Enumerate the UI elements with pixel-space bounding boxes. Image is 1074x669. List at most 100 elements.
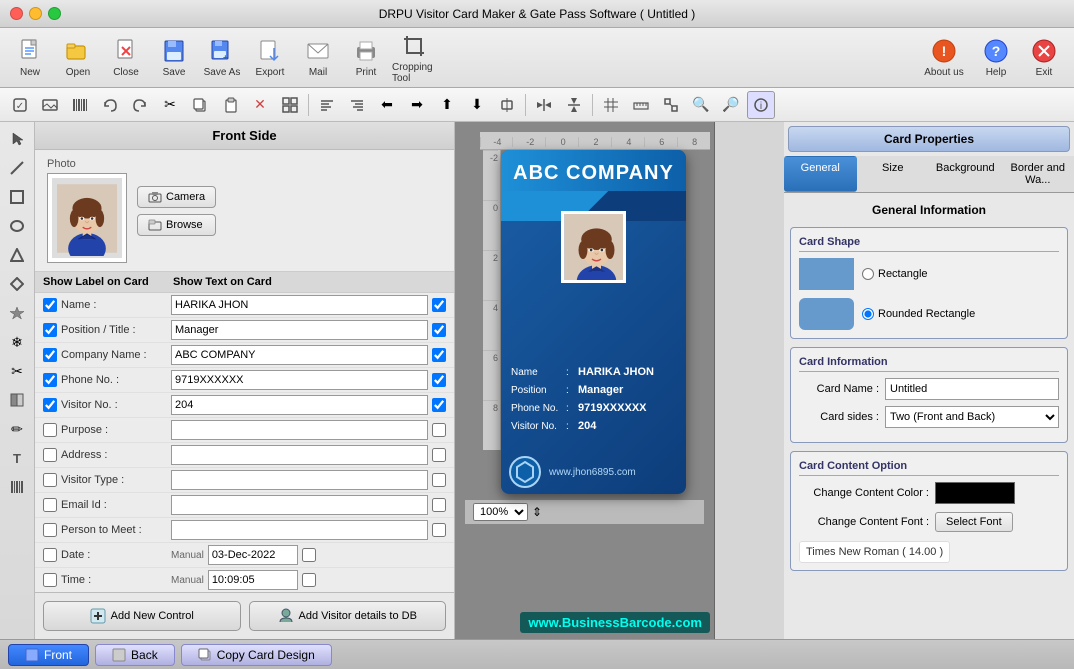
align-left-btn[interactable] (313, 91, 341, 119)
resize-btn[interactable] (657, 91, 685, 119)
minimize-window-btn[interactable] (29, 7, 42, 20)
grid-btn[interactable] (597, 91, 625, 119)
phone-input[interactable] (171, 370, 428, 390)
date-input[interactable] (208, 545, 298, 565)
barcode-side-tool[interactable] (4, 474, 30, 500)
move-up-btn[interactable]: ⬆ (433, 91, 461, 119)
about-button[interactable]: ! About us (918, 32, 970, 84)
company-checkbox[interactable] (43, 348, 57, 362)
print-button[interactable]: Print (344, 32, 388, 84)
select-tool-btn[interactable]: ✓ (6, 91, 34, 119)
export-button[interactable]: Export (248, 32, 292, 84)
address-checkbox[interactable] (43, 448, 57, 462)
rectangle-radio[interactable] (862, 268, 874, 280)
close-button[interactable]: Close (104, 32, 148, 84)
email-checkbox[interactable] (43, 498, 57, 512)
center-btn[interactable] (493, 91, 521, 119)
date-checkbox[interactable] (43, 548, 57, 562)
phone-checkbox[interactable] (43, 373, 57, 387)
tab-general[interactable]: General (784, 156, 857, 192)
content-color-picker[interactable] (935, 482, 1015, 504)
time-input[interactable] (208, 570, 298, 590)
visitor-show-check[interactable] (432, 398, 446, 412)
snowflake-tool[interactable]: ❄ (4, 329, 30, 355)
back-button[interactable]: Back (95, 644, 175, 666)
diamond-tool[interactable] (4, 271, 30, 297)
copy-card-button[interactable]: Copy Card Design (181, 644, 332, 666)
name-checkbox[interactable] (43, 298, 57, 312)
company-input[interactable] (171, 345, 428, 365)
browse-button[interactable]: Browse (137, 214, 216, 236)
redo-btn[interactable] (126, 91, 154, 119)
purpose-show-check[interactable] (432, 423, 446, 437)
position-input[interactable] (171, 320, 428, 340)
pointer-tool[interactable] (4, 126, 30, 152)
ruler-btn[interactable] (627, 91, 655, 119)
visitor-type-show-check[interactable] (432, 473, 446, 487)
select-font-button[interactable]: Select Font (935, 512, 1013, 532)
zoom-in-btn[interactable]: 🔍 (687, 91, 715, 119)
close-window-btn[interactable] (10, 7, 23, 20)
tab-background[interactable]: Background (929, 156, 1002, 192)
tab-size[interactable]: Size (857, 156, 930, 192)
position-show-check[interactable] (432, 323, 446, 337)
copy-btn[interactable] (186, 91, 214, 119)
save-as-button[interactable]: + Save As (200, 32, 244, 84)
purpose-input[interactable] (171, 420, 428, 440)
move-right-btn[interactable]: ➡ (403, 91, 431, 119)
undo-btn[interactable] (96, 91, 124, 119)
visitor-type-input[interactable] (171, 470, 428, 490)
tab-border[interactable]: Border and Wa... (1002, 156, 1074, 192)
move-down-btn[interactable]: ⬇ (463, 91, 491, 119)
purpose-checkbox[interactable] (43, 423, 57, 437)
zoom-select[interactable]: 100% 75% 150% (473, 503, 528, 521)
help-button[interactable]: ? Help (974, 32, 1018, 84)
visitor-input[interactable] (171, 395, 428, 415)
front-button[interactable]: Front (8, 644, 89, 666)
text-tool[interactable]: T (4, 445, 30, 471)
rect-tool[interactable] (4, 184, 30, 210)
properties-btn[interactable]: i (747, 91, 775, 119)
rounded-radio[interactable] (862, 308, 874, 320)
barcode-tool-btn[interactable] (66, 91, 94, 119)
visitor-type-checkbox[interactable] (43, 473, 57, 487)
person-show-check[interactable] (432, 523, 446, 537)
flip-v-btn[interactable] (560, 91, 588, 119)
email-show-check[interactable] (432, 498, 446, 512)
delete-btn[interactable]: ✕ (246, 91, 274, 119)
camera-button[interactable]: Camera (137, 186, 216, 208)
name-show-check[interactable] (432, 298, 446, 312)
ellipse-tool[interactable] (4, 213, 30, 239)
visitor-checkbox[interactable] (43, 398, 57, 412)
company-show-check[interactable] (432, 348, 446, 362)
phone-show-check[interactable] (432, 373, 446, 387)
book-tool[interactable] (4, 387, 30, 413)
paste-btn[interactable] (216, 91, 244, 119)
align-right-btn[interactable] (343, 91, 371, 119)
address-show-check[interactable] (432, 448, 446, 462)
email-input[interactable] (171, 495, 428, 515)
date-show-check[interactable] (302, 548, 316, 562)
star-tool[interactable] (4, 300, 30, 326)
add-visitor-button[interactable]: Add Visitor details to DB (249, 601, 447, 631)
person-checkbox[interactable] (43, 523, 57, 537)
snap-btn[interactable] (276, 91, 304, 119)
crop-button[interactable]: Cropping Tool (392, 32, 436, 84)
person-input[interactable] (171, 520, 428, 540)
address-input[interactable] (171, 445, 428, 465)
exit-button[interactable]: Exit (1022, 32, 1066, 84)
add-control-button[interactable]: Add New Control (43, 601, 241, 631)
save-button[interactable]: Save (152, 32, 196, 84)
triangle-tool[interactable] (4, 242, 30, 268)
move-left-btn[interactable]: ⬅ (373, 91, 401, 119)
flip-h-btn[interactable] (530, 91, 558, 119)
open-button[interactable]: Open (56, 32, 100, 84)
maximize-window-btn[interactable] (48, 7, 61, 20)
new-button[interactable]: New (8, 32, 52, 84)
image-tool-btn[interactable] (36, 91, 64, 119)
name-input[interactable] (171, 295, 428, 315)
line-tool[interactable] (4, 155, 30, 181)
cut-btn[interactable]: ✂ (156, 91, 184, 119)
zoom-out-btn[interactable]: 🔍 (717, 91, 745, 119)
mail-button[interactable]: Mail (296, 32, 340, 84)
